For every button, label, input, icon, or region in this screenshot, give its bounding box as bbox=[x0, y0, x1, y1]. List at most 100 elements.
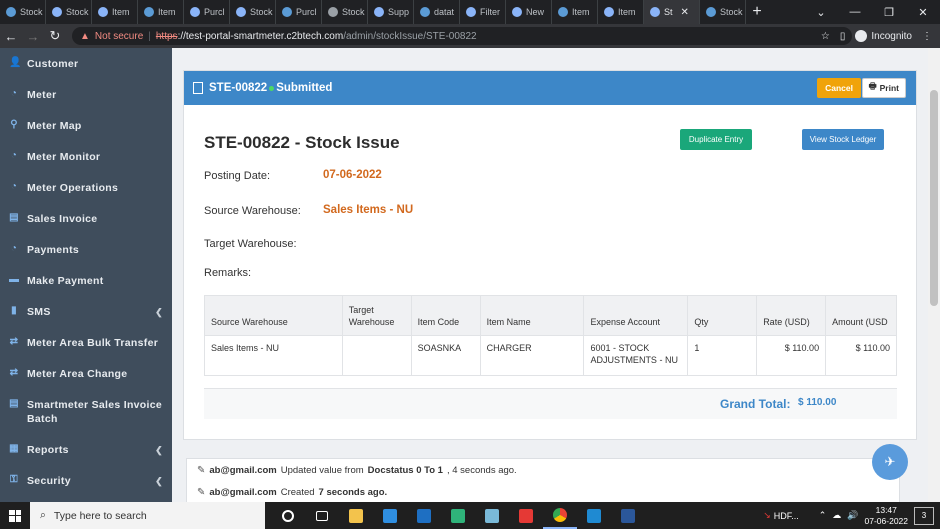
sidebar-item-sales-invoice[interactable]: ▤ Sales Invoice bbox=[0, 212, 172, 226]
stock-issue-card: STE-00822 Submitted Cancel 🖶 Print STE-0… bbox=[183, 70, 917, 440]
warning-icon: ▲ bbox=[80, 30, 90, 42]
chat-fab-button[interactable]: ✈ bbox=[872, 444, 908, 480]
sidebar-item-meter-area-change[interactable]: ⇄ Meter Area Change bbox=[0, 367, 172, 381]
incognito-badge[interactable]: Incognito bbox=[855, 30, 912, 42]
browser-tab[interactable]: St ✕ bbox=[644, 0, 700, 24]
column-header: Amount (USD bbox=[825, 295, 897, 336]
app-teal-icon[interactable] bbox=[475, 502, 509, 529]
posting-date-value: 07-06-2022 bbox=[323, 169, 382, 181]
cell-item-name: CHARGER bbox=[479, 335, 585, 376]
activity-time: , 4 seconds ago. bbox=[446, 465, 517, 476]
bookmark-star-icon[interactable]: ☆ bbox=[821, 31, 830, 42]
forward-icon[interactable]: → bbox=[22, 29, 44, 44]
file-explorer-icon[interactable] bbox=[339, 502, 373, 529]
tab-favicon-icon bbox=[328, 7, 338, 17]
column-header: Source Warehouse bbox=[204, 295, 343, 336]
sidebar-item-smartmeter-sales-invoice-batch[interactable]: ▤ Smartmeter Sales Invoice Batch bbox=[0, 398, 172, 426]
sidebar-item-meter-area-bulk-transfer[interactable]: ⇄ Meter Area Bulk Transfer bbox=[0, 336, 172, 350]
browser-tab[interactable]: Stock bbox=[46, 0, 92, 24]
table-row: Sales Items - NU SOASNKA CHARGER 6001 - … bbox=[204, 335, 897, 376]
anydesk-icon[interactable] bbox=[509, 502, 543, 529]
app-green-icon[interactable] bbox=[441, 502, 475, 529]
tab-label: Purcl bbox=[296, 7, 317, 17]
sidebar-item-sms[interactable]: ▮ SMS ❮ bbox=[0, 305, 172, 319]
reload-icon[interactable]: ↻ bbox=[44, 28, 66, 44]
vscode-icon[interactable] bbox=[577, 502, 611, 529]
activity-item: ✎ ab@gmail.com Created 7 seconds ago. bbox=[197, 487, 387, 498]
clock-date: 07-06-2022 bbox=[864, 515, 908, 526]
side-panel-icon[interactable]: ▯ bbox=[840, 31, 846, 42]
sidebar-item-label: Security bbox=[27, 475, 71, 487]
sidebar-item-meter[interactable]: ◔ Meter bbox=[0, 88, 172, 102]
table-header-row: Source Warehouse Target Warehouse Item C… bbox=[204, 295, 897, 336]
clock[interactable]: 13:47 07-06-2022 bbox=[865, 505, 908, 527]
card-header: STE-00822 Submitted Cancel 🖶 Print bbox=[184, 71, 916, 105]
tray-chevron-icon[interactable]: ⌃ bbox=[819, 510, 827, 521]
back-icon[interactable]: ← bbox=[0, 29, 22, 44]
scrollbar-thumb[interactable] bbox=[930, 90, 938, 306]
tab-label: Stock bbox=[250, 7, 273, 17]
cell-qty: 1 bbox=[687, 335, 758, 376]
network-icon[interactable]: ☁ bbox=[832, 510, 841, 521]
cortana-icon[interactable] bbox=[271, 502, 305, 529]
sidebar-item-label: Meter Area Change bbox=[27, 368, 128, 380]
duplicate-entry-button[interactable]: Duplicate Entry bbox=[680, 129, 752, 150]
tab-favicon-icon bbox=[604, 7, 614, 17]
browser-tab[interactable]: Stock bbox=[322, 0, 368, 24]
browser-tab[interactable]: Stock bbox=[230, 0, 276, 24]
browser-tab[interactable]: datat bbox=[414, 0, 460, 24]
print-button[interactable]: 🖶 Print bbox=[861, 78, 906, 98]
close-window-icon[interactable]: ✕ bbox=[906, 0, 940, 24]
tab-close-icon[interactable]: ✕ bbox=[681, 7, 689, 18]
chrome-icon[interactable] bbox=[543, 502, 577, 529]
column-header: Qty bbox=[687, 295, 758, 336]
activity-field: Docstatus 0 To 1 bbox=[367, 465, 443, 476]
browser-tab[interactable]: New bbox=[506, 0, 552, 24]
browser-tab[interactable]: Filter bbox=[460, 0, 506, 24]
sidebar-item-security[interactable]: ⚿ Security ❮ bbox=[0, 474, 172, 488]
source-warehouse-value: Sales Items - NU bbox=[323, 204, 414, 216]
start-button[interactable] bbox=[0, 502, 30, 529]
sidebar-item-meter-map[interactable]: ⚲ Meter Map bbox=[0, 119, 172, 133]
store-icon[interactable] bbox=[373, 502, 407, 529]
menu-kebab-icon[interactable]: ⋮ bbox=[922, 31, 932, 42]
browser-tab[interactable]: Stock bbox=[0, 0, 46, 24]
mail-icon[interactable] bbox=[407, 502, 441, 529]
notification-center-icon[interactable]: 3 bbox=[914, 506, 934, 525]
browser-tab[interactable]: Purcl bbox=[276, 0, 322, 24]
tab-favicon-icon bbox=[282, 7, 292, 17]
sidebar-item-payments[interactable]: ◔ Payments bbox=[0, 243, 172, 257]
minimize-icon[interactable]: — bbox=[838, 0, 872, 24]
sidebar-item-meter-monitor[interactable]: ◔ Meter Monitor bbox=[0, 150, 172, 164]
browser-tab[interactable]: Purcl bbox=[184, 0, 230, 24]
new-tab-button[interactable]: + bbox=[746, 3, 768, 21]
browser-tab[interactable]: Stock bbox=[700, 0, 746, 24]
word-icon[interactable] bbox=[611, 502, 645, 529]
url-field[interactable]: ▲ Not secure | https://test-portal-smart… bbox=[72, 27, 852, 45]
page-title: STE-00822 - Stock Issue bbox=[204, 133, 400, 152]
tab-search-chevron-icon[interactable]: ⌄ bbox=[804, 0, 838, 24]
view-stock-ledger-button[interactable]: View Stock Ledger bbox=[802, 129, 884, 150]
tray-stock-widget[interactable]: ↘ HDF... bbox=[763, 510, 799, 521]
browser-tab[interactable]: Item bbox=[552, 0, 598, 24]
browser-tab[interactable]: Supp bbox=[368, 0, 414, 24]
sidebar-item-make-payment[interactable]: ▬ Make Payment bbox=[0, 274, 172, 288]
security-label: Not secure bbox=[94, 30, 144, 42]
lock-icon: ⚿ bbox=[10, 474, 18, 485]
sidebar-item-label: Reports bbox=[27, 444, 69, 456]
browser-tab[interactable]: Item bbox=[138, 0, 184, 24]
browser-tab[interactable]: Item bbox=[598, 0, 644, 24]
browser-tab[interactable]: Item bbox=[92, 0, 138, 24]
cell-target-warehouse bbox=[341, 335, 412, 376]
sidebar-item-reports[interactable]: ▦ Reports ❮ bbox=[0, 443, 172, 457]
sidebar-item-meter-operations[interactable]: ◔ Meter Operations bbox=[0, 181, 172, 195]
cancel-button[interactable]: Cancel bbox=[817, 78, 861, 98]
sidebar-item-customer[interactable]: 👤 Customer bbox=[0, 57, 172, 71]
tab-label: New bbox=[526, 7, 545, 17]
volume-icon[interactable]: 🔊 bbox=[847, 510, 858, 521]
cell-item-code: SOASNKA bbox=[410, 335, 481, 376]
task-view-icon[interactable] bbox=[305, 502, 339, 529]
taskbar-search[interactable]: ⌕ Type here to search bbox=[30, 502, 265, 529]
restore-icon[interactable]: ❐ bbox=[872, 0, 906, 24]
page-scrollbar[interactable] bbox=[928, 48, 940, 502]
